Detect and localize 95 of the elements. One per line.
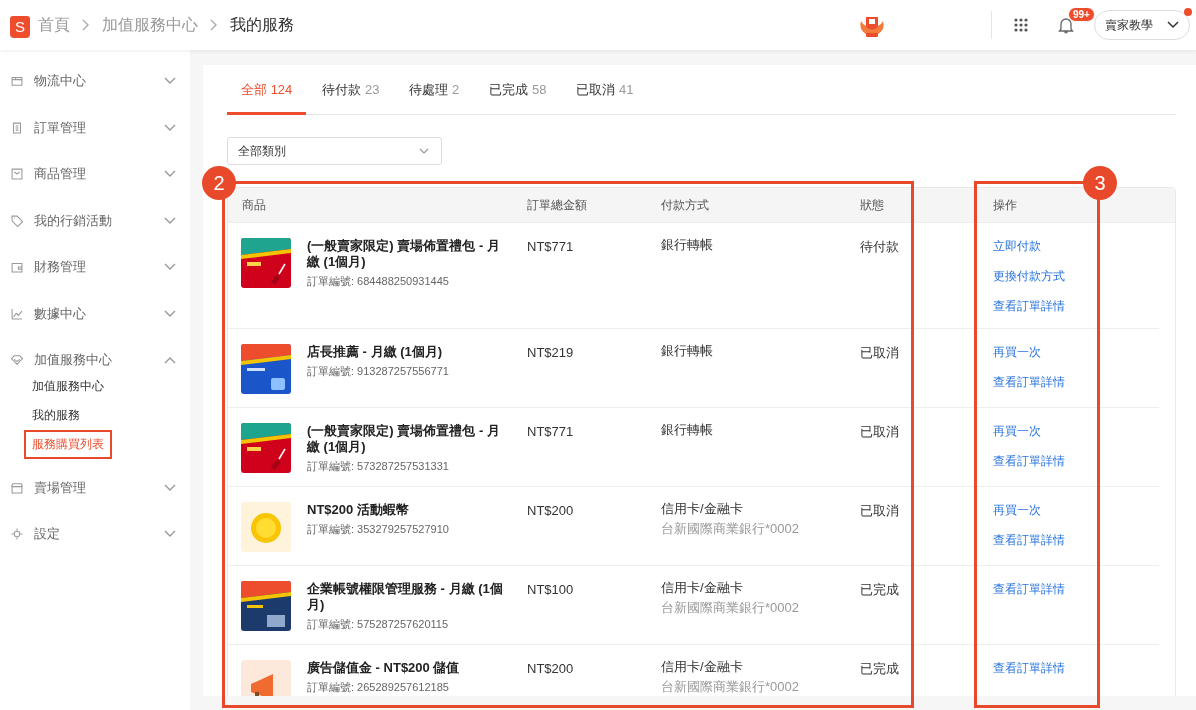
order-amount: NT$200	[527, 503, 574, 518]
payment-method: 信用卡/金融卡	[661, 659, 743, 675]
column-header: 訂單總金額	[527, 196, 588, 214]
payment-method: 銀行轉帳	[661, 343, 713, 359]
order-number: 訂單編號: 573287257531331	[307, 459, 450, 474]
order-status: 已完成	[860, 582, 899, 597]
order-status: 已取消	[860, 345, 899, 360]
chart-icon	[10, 306, 24, 321]
column-header: 狀態	[860, 196, 885, 214]
order-amount: NT$771	[527, 239, 574, 254]
settings-icon	[10, 527, 24, 542]
product-name: NT$200 活動蝦幣	[307, 502, 410, 518]
payment-account: 台新國際商業銀行*0002	[661, 520, 799, 538]
order-status: 已完成	[860, 661, 899, 676]
chevron-down-icon[interactable]	[164, 483, 176, 492]
chevron-down-icon[interactable]	[164, 216, 176, 225]
sidebar-item[interactable]: 我的行銷活動	[34, 211, 164, 230]
order-number: 訂單編號: 913287257556771	[307, 364, 450, 379]
tab[interactable]: 已取消 41	[562, 65, 648, 115]
chevron-down-icon[interactable]	[164, 530, 176, 539]
apps-grid-icon[interactable]	[1014, 18, 1028, 32]
chevron-down-icon[interactable]	[164, 77, 176, 86]
order-status: 已取消	[860, 503, 899, 518]
product-name: 店長推薦 - 月繳 (1個月)	[307, 344, 444, 360]
sidebar-item[interactable]: 賣場管理	[34, 478, 164, 497]
sidebar-item[interactable]: 加值服務中心	[34, 351, 164, 370]
column-header: 付款方式	[661, 196, 710, 214]
sidebar-item[interactable]: 財務管理	[34, 258, 164, 277]
wallet-icon	[10, 260, 24, 275]
action-link[interactable]: 查看訂單詳情	[993, 574, 1065, 604]
product-name: 廣告儲值金 - NT$200 儲值	[307, 660, 461, 676]
sidebar-subitem[interactable]: 加值服務中心	[24, 371, 112, 401]
notification-badge: 99+	[1068, 7, 1095, 22]
order-number: 訂單編號: 575287257620115	[307, 617, 450, 632]
order-amount: NT$219	[527, 345, 574, 360]
product-name: (一般賣家限定) 賣場佈置禮包 - 月繳 (1個月)	[307, 238, 501, 270]
bag-icon	[10, 167, 24, 182]
action-link[interactable]: 更換付款方式	[993, 261, 1065, 291]
payment-method: 銀行轉帳	[661, 422, 713, 438]
action-link[interactable]: 查看訂單詳情	[993, 291, 1065, 321]
sidebar-item[interactable]: 數據中心	[34, 304, 164, 323]
payment-method: 信用卡/金融卡	[661, 580, 743, 596]
sidebar-subitem[interactable]: 我的服務	[24, 400, 88, 430]
store-icon	[10, 480, 24, 495]
sidebar-subitem[interactable]: 服務購買列表	[24, 429, 112, 459]
chevron-down-icon[interactable]	[164, 170, 176, 179]
chevron-down-icon[interactable]	[164, 123, 176, 132]
column-header: 操作	[993, 196, 1018, 214]
category-dropdown[interactable]: 全部類別	[227, 137, 442, 165]
product-name: (一般賣家限定) 賣場佈置禮包 - 月繳 (1個月)	[307, 423, 501, 455]
tab[interactable]: 待處理 2	[395, 65, 474, 115]
chevron-right-icon	[82, 19, 90, 31]
action-link[interactable]: 立即付款	[993, 231, 1041, 261]
order-number: 訂單編號: 353279257527910	[307, 522, 450, 537]
payment-method: 銀行轉帳	[661, 237, 713, 253]
payment-account: 台新國際商業銀行*0002	[661, 678, 799, 696]
bell-icon[interactable]	[1058, 16, 1074, 34]
box-icon	[10, 74, 24, 89]
payment-account: 台新國際商業銀行*0002	[661, 599, 799, 617]
tab[interactable]: 全部 124	[227, 65, 307, 115]
tab[interactable]: 待付款 23	[308, 65, 394, 115]
tag-icon	[10, 213, 24, 228]
order-amount: NT$771	[527, 424, 574, 439]
tab[interactable]: 已完成 58	[475, 65, 561, 115]
order-status: 已取消	[860, 424, 899, 439]
action-link[interactable]: 再買一次	[993, 495, 1041, 525]
order-status: 待付款	[860, 239, 899, 254]
order-amount: NT$100	[527, 582, 574, 597]
action-link[interactable]: 查看訂單詳情	[993, 446, 1065, 476]
chevron-down-icon	[1167, 21, 1179, 29]
clipboard-icon	[10, 120, 24, 135]
product-name: 企業帳號權限管理服務 - 月繳 (1個月)	[307, 581, 504, 613]
chevron-down-icon[interactable]	[164, 309, 176, 318]
seller-guide-button[interactable]: 賣家教學	[1094, 10, 1190, 40]
logo[interactable]: S	[10, 15, 30, 38]
chevron-down-icon	[419, 148, 429, 154]
action-link[interactable]: 查看訂單詳情	[993, 653, 1065, 683]
sidebar-item[interactable]: 設定	[34, 525, 164, 544]
action-link[interactable]: 查看訂單詳情	[993, 525, 1065, 555]
column-header: 商品	[241, 196, 267, 214]
sidebar-item[interactable]: 訂單管理	[34, 118, 164, 137]
chevron-down-icon[interactable]	[164, 263, 176, 272]
action-link[interactable]: 再買一次	[993, 416, 1041, 446]
notification-dot	[1184, 8, 1192, 16]
payment-method: 信用卡/金融卡	[661, 501, 743, 517]
order-number: 訂單編號: 265289257612185	[307, 680, 450, 695]
action-link[interactable]: 再買一次	[993, 337, 1041, 367]
sidebar-item[interactable]: 物流中心	[34, 72, 164, 91]
action-link[interactable]: 查看訂單詳情	[993, 367, 1065, 397]
order-amount: NT$200	[527, 661, 574, 676]
order-number: 訂單編號: 684488250931445	[307, 274, 450, 289]
chevron-right-icon	[210, 19, 218, 31]
chevron-up-icon[interactable]	[164, 356, 176, 365]
sidebar-item[interactable]: 商品管理	[34, 165, 164, 184]
diamond-icon	[10, 353, 24, 368]
